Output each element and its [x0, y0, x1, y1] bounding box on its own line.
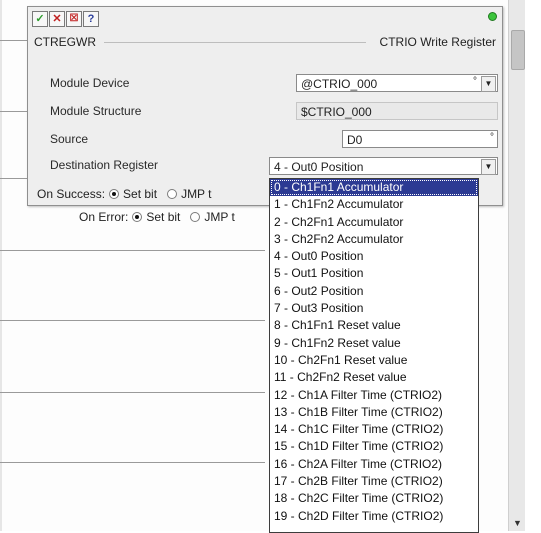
dropdown-option[interactable]: 12 - Ch1A Filter Time (CTRIO2) [270, 387, 478, 404]
destination-register-value: 4 - Out0 Position [274, 160, 364, 174]
dropdown-option[interactable]: 19 - Ch2D Filter Time (CTRIO2) [270, 508, 478, 525]
on-success-setbit-label: Set bit [123, 187, 158, 201]
destination-register-label: Destination Register [50, 158, 159, 172]
destination-register-select[interactable]: 4 - Out0 Position ▼ [269, 157, 498, 175]
on-success-setbit-radio[interactable] [109, 189, 120, 199]
rung-line [0, 250, 265, 251]
left-power-rail [0, 0, 2, 531]
chevron-down-icon[interactable]: ▼ [481, 159, 496, 175]
scroll-down-arrow-icon[interactable]: ▼ [509, 515, 526, 531]
dropdown-option[interactable]: 0 - Ch1Fn1 Accumulator [270, 179, 478, 197]
right-margin [525, 0, 541, 531]
rung-line [0, 40, 28, 41]
header-divider [104, 42, 366, 43]
dropdown-option[interactable]: 15 - Ch1D Filter Time (CTRIO2) [270, 438, 478, 455]
source-label: Source [50, 132, 89, 146]
on-success-label: On Success: [37, 187, 106, 201]
dropdown-option[interactable]: 8 - Ch1Fn1 Reset value [270, 317, 478, 334]
help-button[interactable]: ? [83, 11, 99, 27]
dropdown-option[interactable]: 4 - Out0 Position [270, 248, 478, 265]
on-error-setbit-label: Set bit [146, 210, 181, 224]
module-device-select[interactable]: @CTRIO_000 ° ▼ [296, 74, 498, 92]
dropdown-option[interactable]: 5 - Out1 Position [270, 265, 478, 282]
dropdown-option[interactable]: 3 - Ch2Fn2 Accumulator [270, 231, 478, 248]
ctregwr-dialog: ✓ ✕ ☒ ? CTREGWR CTRIO Write Register Mod… [27, 6, 503, 206]
crossed-box-icon[interactable]: ☒ [66, 11, 82, 27]
rung-line [0, 320, 265, 321]
rung-line [0, 111, 28, 112]
dropdown-option[interactable]: 6 - Out2 Position [270, 283, 478, 300]
rung-line [0, 392, 265, 393]
dropdown-option[interactable]: 2 - Ch2Fn1 Accumulator [270, 214, 478, 231]
on-error-label: On Error: [79, 210, 129, 224]
on-success-row: On Success: Set bit JMP t [37, 187, 212, 201]
dropdown-option[interactable]: 7 - Out3 Position [270, 300, 478, 317]
module-structure-label: Module Structure [50, 104, 142, 118]
on-success-jmp-radio[interactable] [167, 189, 178, 199]
instruction-name: CTREGWR [34, 35, 100, 49]
dialog-header: CTREGWR CTRIO Write Register [34, 35, 496, 51]
dropdown-option[interactable]: 13 - Ch1B Filter Time (CTRIO2) [270, 404, 478, 421]
rung-line [0, 462, 265, 463]
dropdown-option[interactable]: 14 - Ch1C Filter Time (CTRIO2) [270, 421, 478, 438]
on-error-setbit-radio[interactable] [132, 212, 143, 222]
x-icon[interactable]: ✕ [49, 11, 65, 27]
chevron-down-icon[interactable]: ▼ [481, 76, 496, 92]
instruction-title: CTRIO Write Register [375, 35, 496, 49]
destination-register-dropdown-list[interactable]: 0 - Ch1Fn1 Accumulator 1 - Ch1Fn2 Accumu… [269, 178, 479, 533]
dropdown-option[interactable]: 10 - Ch2Fn1 Reset value [270, 352, 478, 369]
module-structure-value: $CTRIO_000 [301, 105, 372, 119]
check-icon[interactable]: ✓ [32, 11, 48, 27]
scrollbar-thumb[interactable] [511, 30, 525, 70]
source-input[interactable]: D0 ° [342, 130, 498, 148]
dropdown-option[interactable]: 16 - Ch2A Filter Time (CTRIO2) [270, 456, 478, 473]
dropdown-option[interactable]: 1 - Ch1Fn2 Accumulator [270, 196, 478, 213]
module-structure-field: $CTRIO_000 [296, 102, 498, 120]
on-error-row: On Error: Set bit JMP t [79, 210, 235, 224]
dropdown-option[interactable]: 18 - Ch2C Filter Time (CTRIO2) [270, 490, 478, 507]
dropdown-option[interactable]: 17 - Ch2B Filter Time (CTRIO2) [270, 473, 478, 490]
dialog-toolbar: ✓ ✕ ☒ ? [32, 11, 99, 27]
browse-dot-icon[interactable]: ° [473, 77, 477, 87]
source-value: D0 [347, 133, 363, 147]
rung-line [0, 178, 28, 179]
vertical-scrollbar[interactable]: ▼ [508, 0, 526, 531]
dropdown-option[interactable]: 11 - Ch2Fn2 Reset value [270, 369, 478, 386]
status-indicator-icon [488, 12, 497, 21]
dropdown-option[interactable]: 9 - Ch1Fn2 Reset value [270, 335, 478, 352]
browse-dot-icon[interactable]: ° [490, 133, 494, 143]
module-device-value: @CTRIO_000 [301, 77, 378, 91]
on-error-jmp-radio[interactable] [190, 212, 201, 222]
on-success-jmp-label: JMP t [181, 187, 212, 201]
module-device-label: Module Device [50, 76, 130, 90]
on-error-jmp-label: JMP t [204, 210, 235, 224]
